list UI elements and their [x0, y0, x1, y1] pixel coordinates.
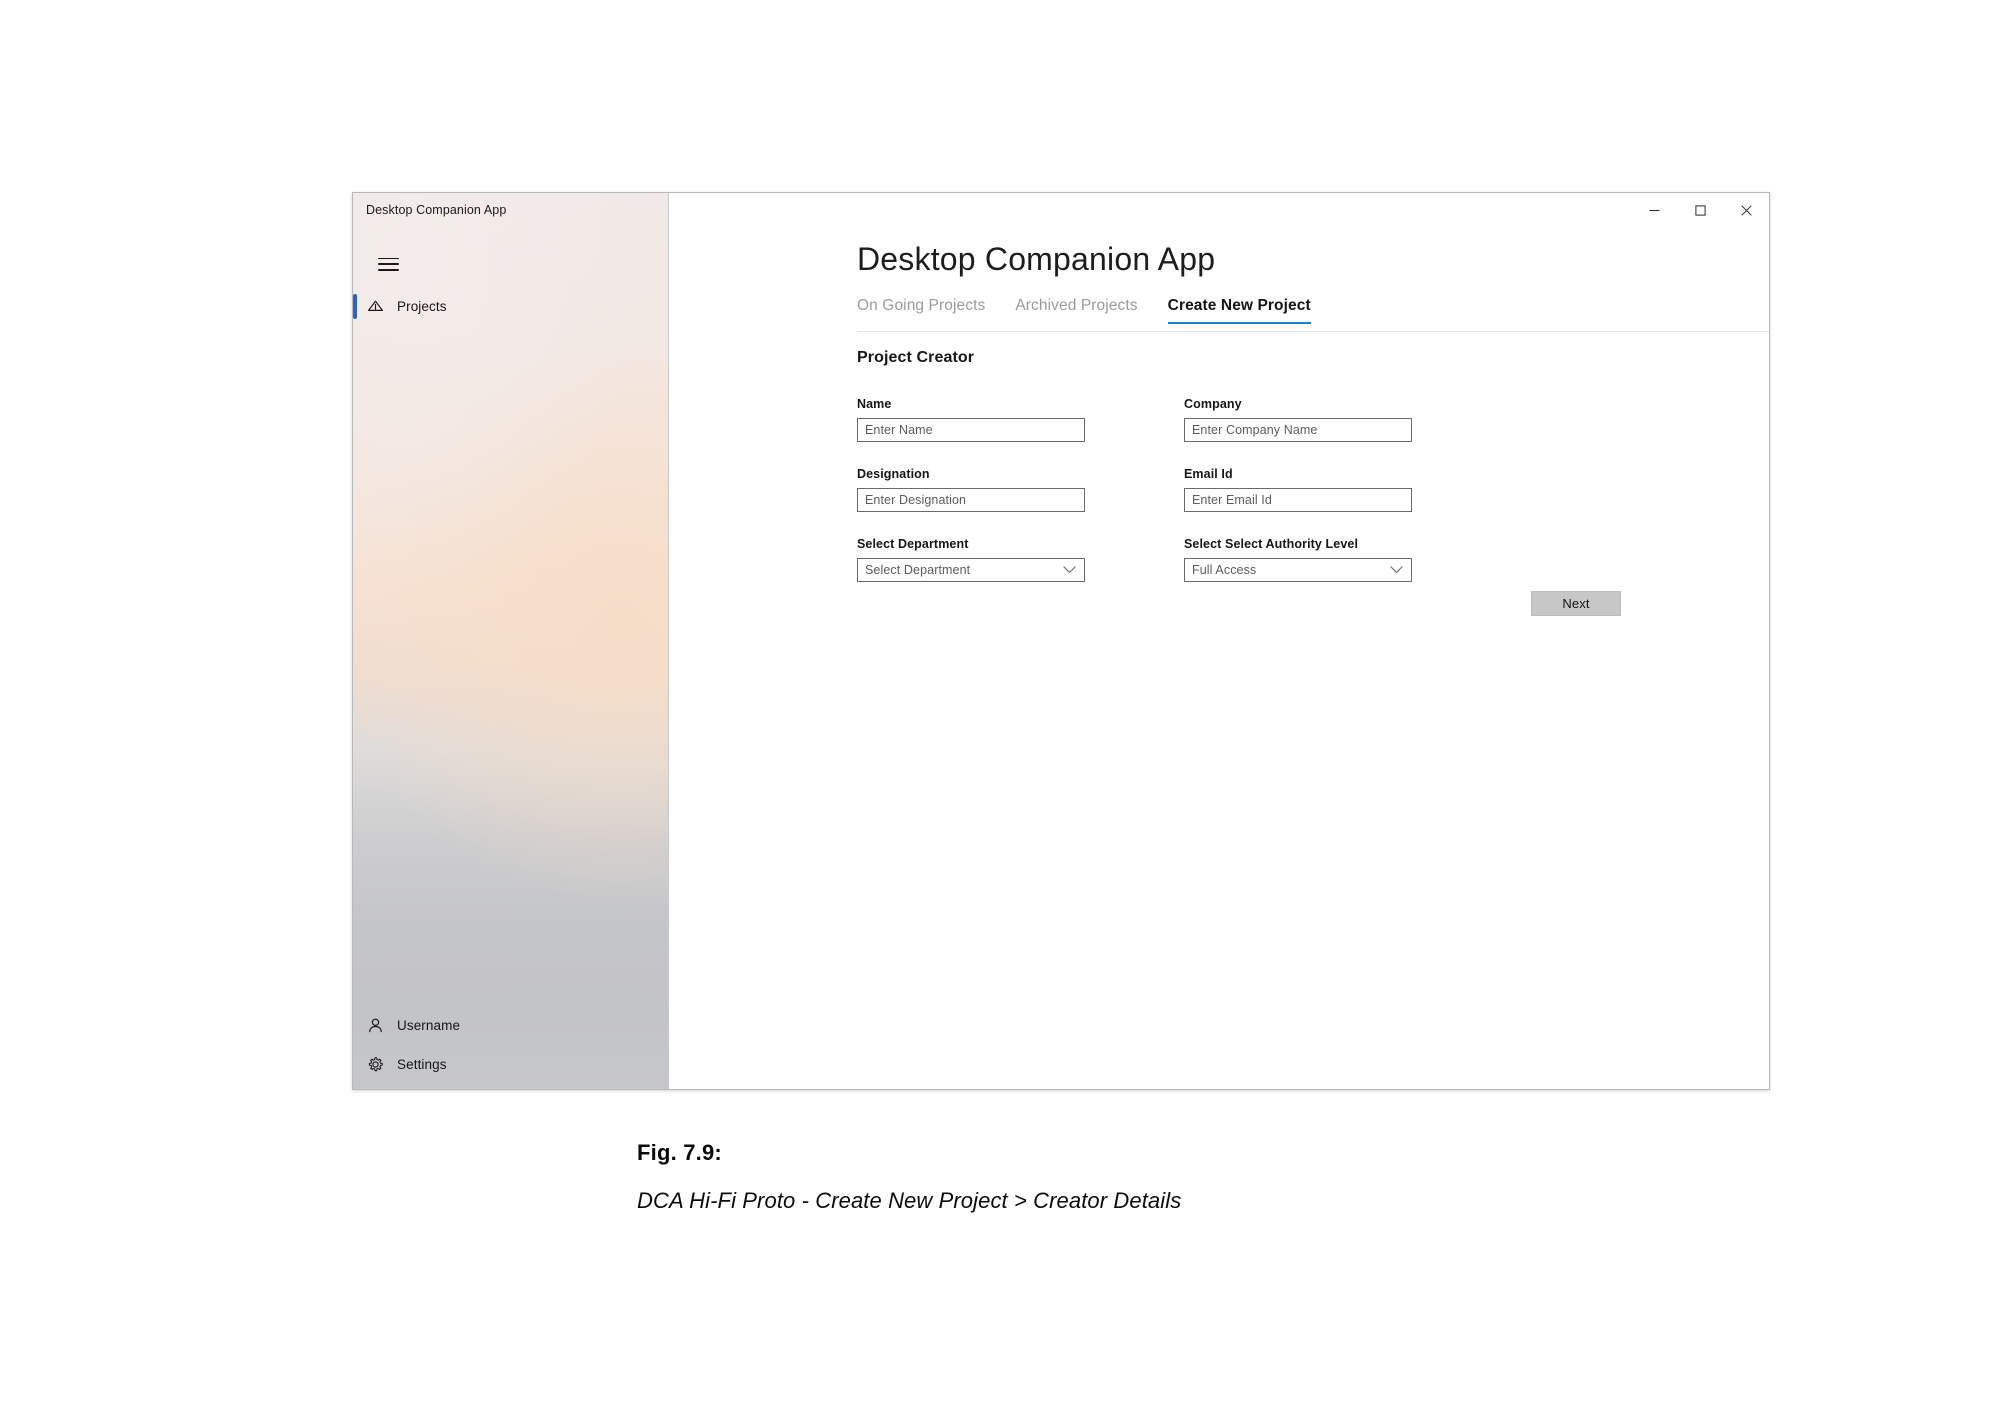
field-name: Name Enter Name	[857, 397, 1085, 442]
hamburger-bar-2	[377, 263, 399, 265]
field-label-email: Email Id	[1184, 467, 1233, 481]
hamburger-bar-1	[377, 257, 399, 260]
hamburger-bars	[377, 257, 399, 271]
company-input[interactable]: Enter Company Name	[1184, 418, 1412, 442]
email-input-placeholder: Enter Email Id	[1192, 493, 1272, 507]
authority-level-select[interactable]: Full Access	[1184, 558, 1412, 582]
field-email: Email Id Enter Email Id	[1184, 467, 1412, 512]
designation-input[interactable]: Enter Designation	[857, 488, 1085, 512]
field-designation: Designation Enter Designation	[857, 467, 1085, 512]
project-creator-form: Name Enter Name Company Enter Company Na…	[857, 397, 1602, 607]
name-input-placeholder: Enter Name	[865, 423, 933, 437]
sidebar-item-label: Username	[397, 1018, 461, 1033]
field-label-department: Select Department	[857, 537, 969, 551]
close-button[interactable]	[1723, 193, 1769, 227]
window-controls	[1631, 193, 1769, 227]
hamburger-bar-3	[377, 268, 399, 271]
tab-create-new-project[interactable]: Create New Project	[1167, 297, 1311, 325]
figure-caption: Fig. 7.9: DCA Hi-Fi Proto - Create New P…	[637, 1140, 1537, 1214]
sidebar-item-projects[interactable]: Projects	[353, 286, 668, 327]
tab-bar: On Going Projects Archived Projects Crea…	[857, 297, 1311, 325]
caption-number: Fig. 7.9:	[637, 1140, 722, 1165]
email-input[interactable]: Enter Email Id	[1184, 488, 1412, 512]
chevron-down-icon	[1390, 566, 1403, 575]
form-row: Designation Enter Designation Email Id E…	[857, 467, 1602, 512]
designation-input-placeholder: Enter Designation	[865, 493, 967, 507]
sidebar-item-settings[interactable]: Settings	[353, 1044, 668, 1085]
selection-indicator	[353, 294, 357, 319]
company-input-placeholder: Enter Company Name	[1192, 423, 1318, 437]
page-title: Desktop Companion App	[857, 241, 1216, 277]
department-select-value: Select Department	[865, 563, 971, 577]
field-company: Company Enter Company Name	[1184, 397, 1412, 442]
field-label-name: Name	[857, 397, 892, 411]
gear-icon	[353, 1056, 397, 1073]
field-authority-level: Select Select Authority Level Full Acces…	[1184, 537, 1412, 582]
sidebar-item-label: Settings	[397, 1057, 447, 1072]
sidebar-item-label: Projects	[397, 299, 447, 314]
field-department: Select Department Select Department	[857, 537, 1085, 582]
authority-level-select-value: Full Access	[1192, 563, 1257, 577]
chevron-down-icon	[1063, 566, 1076, 575]
name-input[interactable]: Enter Name	[857, 418, 1085, 442]
form-row: Select Department Select Department Sele…	[857, 537, 1602, 582]
minimize-button[interactable]	[1631, 193, 1677, 227]
main-content: Desktop Companion App On Going Projects …	[669, 193, 1769, 1089]
field-label-designation: Designation	[857, 467, 930, 481]
next-button[interactable]: Next	[1531, 591, 1621, 616]
maximize-button[interactable]	[1677, 193, 1723, 227]
tab-archived-projects[interactable]: Archived Projects	[1015, 297, 1137, 324]
form-row: Name Enter Name Company Enter Company Na…	[857, 397, 1602, 442]
user-icon	[353, 1017, 397, 1034]
hamburger-icon[interactable]	[367, 245, 409, 283]
sidebar: Desktop Companion App Projects Username …	[353, 193, 669, 1089]
department-select[interactable]: Select Department	[857, 558, 1085, 582]
window-title: Desktop Companion App	[366, 203, 507, 217]
app-window: Desktop Companion App Projects Username …	[352, 192, 1770, 1090]
field-label-authority-level: Select Select Authority Level	[1184, 537, 1359, 551]
section-title: Project Creator	[857, 349, 975, 366]
field-label-company: Company	[1184, 397, 1242, 411]
caption-text: DCA Hi-Fi Proto - Create New Project > C…	[637, 1188, 1182, 1213]
projects-icon	[353, 298, 397, 315]
sidebar-item-username[interactable]: Username	[353, 1005, 668, 1046]
sidebar-content: Desktop Companion App Projects Username …	[353, 193, 668, 1089]
tab-divider	[857, 331, 1769, 332]
tab-on-going-projects[interactable]: On Going Projects	[857, 297, 985, 324]
